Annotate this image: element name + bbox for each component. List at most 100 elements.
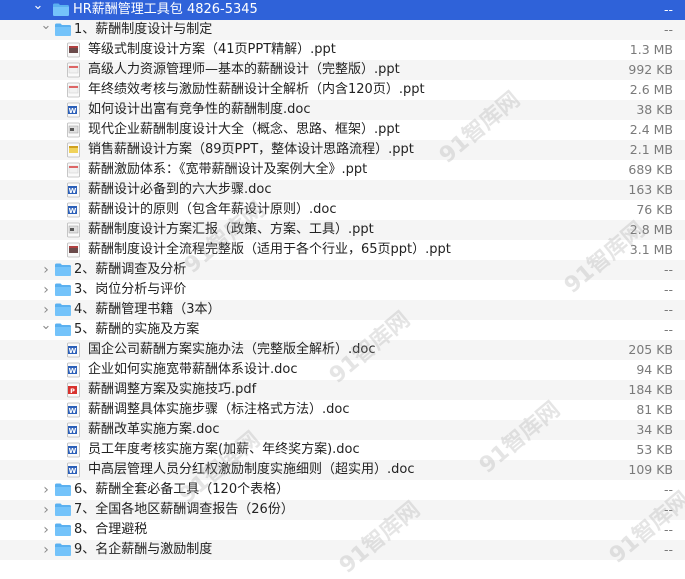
chevron-right-icon[interactable]: ›: [40, 520, 52, 540]
file-name: 员工年度考核实施方案(加薪、年终奖方案).doc: [88, 442, 360, 457]
folder-row[interactable]: › 2、薪酬调查及分析 --: [0, 260, 685, 280]
folder-name: 1、薪酬制度设计与制定: [74, 22, 213, 37]
word-document-icon: W: [66, 462, 81, 478]
svg-text:W: W: [69, 367, 77, 375]
word-document-icon: W: [66, 202, 81, 218]
file-row[interactable]: 高级人力资源管理师—基本的薪酬设计（完整版）.ppt 992 KB: [0, 60, 685, 80]
folder-icon: [52, 2, 70, 17]
folder-icon: [54, 262, 72, 277]
chevron-right-icon[interactable]: ›: [40, 280, 52, 300]
folder-name: 6、薪酬全套必备工具（120个表格）: [74, 482, 290, 497]
chevron-right-icon[interactable]: ›: [40, 260, 52, 280]
folder-icon: [54, 502, 72, 517]
word-document-icon: W: [66, 422, 81, 438]
folder-icon: [54, 282, 72, 297]
file-size: 184 KB: [628, 382, 673, 397]
file-row[interactable]: W 薪酬设计必备到的六大步骤.doc 163 KB: [0, 180, 685, 200]
svg-text:W: W: [69, 447, 77, 455]
file-size: 163 KB: [628, 182, 673, 197]
file-row[interactable]: W 薪酬改革实施方案.doc 34 KB: [0, 420, 685, 440]
file-name: 等级式制度设计方案（41页PPT精解）.ppt: [88, 42, 336, 57]
file-size: 2.4 MB: [629, 122, 673, 137]
chevron-down-icon[interactable]: ⌄: [40, 16, 52, 36]
file-size: 109 KB: [628, 462, 673, 477]
file-row[interactable]: W 如何设计出富有竞争性的薪酬制度.doc 38 KB: [0, 100, 685, 120]
file-row[interactable]: 薪酬制度设计全流程完整版（适用于各个行业，65页ppt）.ppt 3.1 MB: [0, 240, 685, 260]
pdf-file-icon: P: [66, 382, 81, 398]
powerpoint-file-icon: [66, 82, 81, 98]
file-size: 205 KB: [628, 342, 673, 357]
folder-row[interactable]: › 7、全国各地区薪酬调查报告（26份） --: [0, 500, 685, 520]
file-row[interactable]: P 薪酬调整方案及实施技巧.pdf 184 KB: [0, 380, 685, 400]
powerpoint-file-icon: [66, 242, 81, 258]
svg-text:W: W: [69, 467, 77, 475]
folder-row[interactable]: › 6、薪酬全套必备工具（120个表格） --: [0, 480, 685, 500]
file-size: 2.1 MB: [629, 142, 673, 157]
folder-row[interactable]: ⌄ HR薪酬管理工具包 4826-5345 --: [0, 0, 685, 20]
folder-row[interactable]: ⌄ 1、薪酬制度设计与制定 --: [0, 18, 685, 40]
file-name: 高级人力资源管理师—基本的薪酬设计（完整版）.ppt: [88, 62, 400, 77]
svg-text:P: P: [70, 387, 75, 395]
powerpoint-file-icon: [66, 162, 81, 178]
chevron-right-icon[interactable]: ›: [40, 480, 52, 500]
file-size: --: [663, 322, 673, 337]
file-row[interactable]: W 企业如何实施宽带薪酬体系设计.doc 94 KB: [0, 360, 685, 380]
chevron-right-icon[interactable]: ›: [40, 540, 52, 560]
chevron-right-icon[interactable]: ›: [40, 500, 52, 520]
svg-text:W: W: [69, 347, 77, 355]
file-size: --: [663, 282, 673, 297]
folder-icon: [54, 22, 72, 37]
powerpoint-file-icon: [66, 222, 81, 238]
file-size: 94 KB: [636, 362, 673, 377]
file-row[interactable]: 现代企业薪酬制度设计大全（概念、思路、框架）.ppt 2.4 MB: [0, 120, 685, 140]
folder-name: 5、薪酬的实施及方案: [74, 322, 200, 337]
file-size: --: [663, 542, 673, 557]
svg-text:W: W: [69, 107, 77, 115]
svg-text:W: W: [69, 187, 77, 195]
folder-name: 7、全国各地区薪酬调查报告（26份）: [74, 502, 294, 517]
file-row[interactable]: 销售薪酬设计方案（89页PPT，整体设计思路流程）.ppt 2.1 MB: [0, 140, 685, 160]
file-row[interactable]: 薪酬制度设计方案汇报（政策、方案、工具）.ppt 2.8 MB: [0, 220, 685, 240]
file-row[interactable]: W 薪酬调整具体实施步骤（标注格式方法）.doc 81 KB: [0, 400, 685, 420]
file-name: 国企公司薪酬方案实施办法（完整版全解析）.doc: [88, 342, 376, 357]
file-tree: ⌄ HR薪酬管理工具包 4826-5345 -- ⌄ 1、薪酬制度设计与制定 -- 等级式制…: [0, 0, 685, 560]
file-row[interactable]: 年终绩效考核与激励性薪酬设计全解析（内含120页）.ppt 2.6 MB: [0, 80, 685, 100]
file-size: 992 KB: [628, 62, 673, 77]
folder-row[interactable]: › 9、名企薪酬与激励制度 --: [0, 540, 685, 560]
folder-icon: [54, 522, 72, 537]
folder-row[interactable]: › 3、岗位分析与评价 --: [0, 280, 685, 300]
file-size: --: [663, 522, 673, 537]
file-name: 年终绩效考核与激励性薪酬设计全解析（内含120页）.ppt: [88, 82, 425, 97]
file-size: 2.6 MB: [629, 82, 673, 97]
folder-row[interactable]: › 8、合理避税 --: [0, 520, 685, 540]
word-document-icon: W: [66, 402, 81, 418]
folder-row[interactable]: › 4、薪酬管理书籍（3本） --: [0, 300, 685, 320]
file-row[interactable]: 薪酬激励体系：《宽带薪酬设计及案例大全》.ppt 689 KB: [0, 160, 685, 180]
chevron-down-icon[interactable]: ⌄: [40, 316, 52, 336]
powerpoint-file-icon: [66, 142, 81, 158]
svg-text:W: W: [69, 207, 77, 215]
folder-icon: [54, 482, 72, 497]
file-name: 企业如何实施宽带薪酬体系设计.doc: [88, 362, 298, 377]
file-row[interactable]: 等级式制度设计方案（41页PPT精解）.ppt 1.3 MB: [0, 40, 685, 60]
file-name: 薪酬制度设计全流程完整版（适用于各个行业，65页ppt）.ppt: [88, 242, 451, 257]
folder-name: 3、岗位分析与评价: [74, 282, 187, 297]
file-size: 689 KB: [628, 162, 673, 177]
file-row[interactable]: W 国企公司薪酬方案实施办法（完整版全解析）.doc 205 KB: [0, 340, 685, 360]
file-size: 2.8 MB: [629, 222, 673, 237]
file-row[interactable]: W 薪酬设计的原则（包含年薪设计原则）.doc 76 KB: [0, 200, 685, 220]
powerpoint-file-icon: [66, 42, 81, 58]
file-name: 薪酬调整具体实施步骤（标注格式方法）.doc: [88, 402, 350, 417]
word-document-icon: W: [66, 442, 81, 458]
folder-row[interactable]: ⌄ 5、薪酬的实施及方案 --: [0, 318, 685, 340]
file-row[interactable]: W 中高层管理人员分红权激励制度实施细则（超实用）.doc 109 KB: [0, 460, 685, 480]
folder-name: 4、薪酬管理书籍（3本）: [74, 302, 221, 317]
file-size: 38 KB: [636, 102, 673, 117]
powerpoint-file-icon: [66, 62, 81, 78]
file-row[interactable]: W 员工年度考核实施方案(加薪、年终奖方案).doc 53 KB: [0, 440, 685, 460]
folder-icon: [54, 302, 72, 317]
chevron-down-icon[interactable]: ⌄: [32, 0, 44, 16]
file-size: --: [663, 502, 673, 517]
folder-name: 8、合理避税: [74, 522, 148, 537]
file-size: --: [663, 302, 673, 317]
